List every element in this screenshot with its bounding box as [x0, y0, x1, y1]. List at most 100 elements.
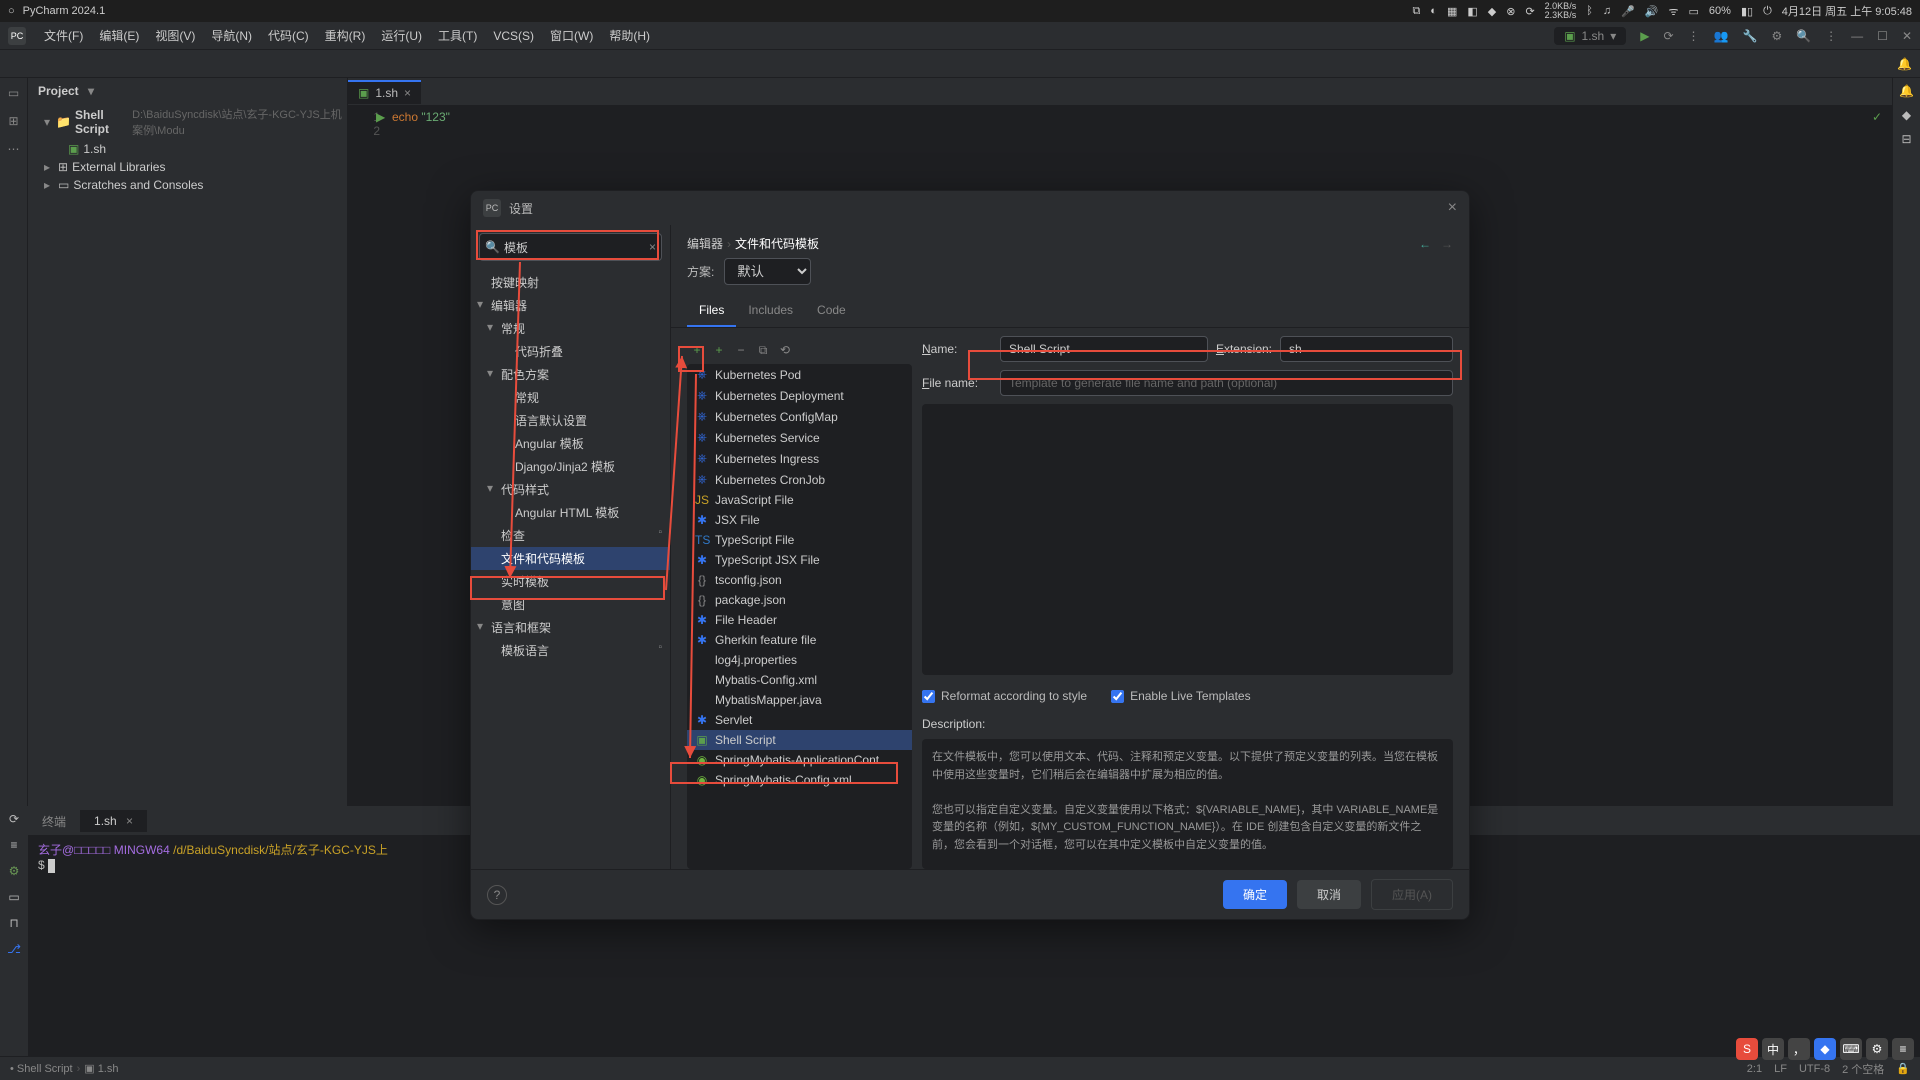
nav-template-lang[interactable]: 模板语言▫: [471, 639, 670, 662]
menu-edit[interactable]: 编辑(E): [91, 23, 147, 48]
template-item[interactable]: {}tsconfig.json: [687, 570, 912, 590]
menu-tools[interactable]: 工具(T): [430, 23, 485, 48]
settings-icon[interactable]: ⚙: [9, 864, 20, 878]
caret-position[interactable]: 2:1: [1747, 1063, 1762, 1075]
template-item[interactable]: TSTypeScript File: [687, 530, 912, 550]
menu-view[interactable]: 视图(V): [147, 23, 203, 48]
nav-file-templates[interactable]: 文件和代码模板: [471, 547, 670, 570]
notifications-tool-icon[interactable]: 🔔: [1899, 84, 1914, 98]
debug-button[interactable]: ⟳: [1663, 29, 1673, 43]
menu-vcs[interactable]: VCS(S): [485, 25, 542, 47]
line-ending[interactable]: LF: [1774, 1063, 1787, 1075]
template-content-editor[interactable]: [922, 404, 1453, 675]
tool-icon[interactable]: ≡: [10, 838, 17, 852]
template-item[interactable]: ✱TypeScript JSX File: [687, 550, 912, 570]
ok-button[interactable]: 确定: [1223, 880, 1287, 909]
project-root[interactable]: ▾📁 Shell Script D:\BaiduSyncdisk\站点\玄子-K…: [40, 104, 347, 140]
tool-icon[interactable]: ⊓: [9, 916, 18, 930]
maximize-icon[interactable]: ☐: [1877, 29, 1888, 43]
close-icon[interactable]: ✕: [1902, 29, 1912, 43]
clear-search-icon[interactable]: ×: [649, 240, 656, 254]
nav-code-folding[interactable]: 代码折叠: [471, 340, 670, 363]
reformat-checkbox[interactable]: Reformat according to style: [922, 689, 1087, 703]
breadcrumb[interactable]: 编辑器: [687, 235, 723, 252]
scheme-select[interactable]: 默认: [724, 258, 811, 285]
tray-icon[interactable]: ⊗: [1506, 5, 1515, 18]
project-tool-icon[interactable]: ▭: [5, 84, 23, 102]
breadcrumb[interactable]: • Shell Script: [10, 1063, 73, 1075]
breadcrumb[interactable]: 文件和代码模板: [735, 235, 819, 252]
ime-settings-icon[interactable]: ⚙: [1866, 1038, 1888, 1060]
apply-button[interactable]: 应用(A): [1371, 879, 1453, 910]
more-icon[interactable]: ⋮: [1825, 29, 1837, 43]
tray-icon[interactable]: ▦: [1447, 5, 1457, 18]
more-button[interactable]: ⋮: [1688, 29, 1700, 43]
wrench-icon[interactable]: 🔧: [1743, 29, 1758, 43]
ai-tool-icon[interactable]: ◆: [1902, 108, 1911, 122]
close-icon[interactable]: ×: [126, 814, 133, 828]
remove-template-button[interactable]: −: [731, 340, 751, 360]
minimize-icon[interactable]: —: [1851, 29, 1863, 43]
ime-keyboard-icon[interactable]: ⌨: [1840, 1038, 1862, 1060]
scratches-node[interactable]: ▸▭ Scratches and Consoles: [40, 176, 347, 194]
editor-tab[interactable]: ▣ 1.sh ×: [348, 80, 421, 104]
ime-tool-icon[interactable]: ◆: [1814, 1038, 1836, 1060]
template-item[interactable]: ✱File Header: [687, 610, 912, 630]
run-gutter-icon[interactable]: ▶: [376, 110, 385, 124]
nav-live-templates[interactable]: 实时模板: [471, 570, 670, 593]
encoding[interactable]: UTF-8: [1799, 1063, 1830, 1075]
live-templates-checkbox[interactable]: Enable Live Templates: [1111, 689, 1251, 703]
nav-angular-tmpl[interactable]: Angular 模板: [471, 432, 670, 455]
add-template-button[interactable]: +: [687, 340, 707, 360]
collab-icon[interactable]: 👥: [1714, 29, 1729, 43]
template-item[interactable]: log4j.properties: [687, 650, 912, 670]
menu-run[interactable]: 运行(U): [373, 23, 430, 48]
external-libraries[interactable]: ▸⊞ External Libraries: [40, 158, 347, 176]
nav-general[interactable]: ▾常规: [471, 317, 670, 340]
search-icon[interactable]: 🔍: [1796, 29, 1811, 43]
nav-intentions[interactable]: 意图: [471, 593, 670, 616]
reset-template-button[interactable]: ⟲: [775, 340, 795, 360]
power-icon[interactable]: ⏻: [1763, 5, 1772, 18]
template-item[interactable]: {}package.json: [687, 590, 912, 610]
terminal-icon[interactable]: ▭: [8, 890, 19, 904]
menu-nav[interactable]: 导航(N): [203, 23, 260, 48]
menu-window[interactable]: 窗口(W): [542, 23, 601, 48]
tree-file[interactable]: ▣ 1.sh: [40, 140, 347, 158]
nav-inspections[interactable]: 检查▫: [471, 524, 670, 547]
template-item[interactable]: ⎈Kubernetes CronJob: [687, 469, 912, 490]
run-button[interactable]: ▶: [1640, 29, 1649, 43]
nav-lang-defaults[interactable]: 语言默认设置: [471, 409, 670, 432]
template-item[interactable]: ⎈Kubernetes Service: [687, 427, 912, 448]
template-item[interactable]: Mybatis-Config.xml: [687, 670, 912, 690]
chevron-down-icon[interactable]: ▾: [88, 84, 94, 98]
template-item[interactable]: ▣Shell Script: [687, 730, 912, 750]
template-item[interactable]: ◉SpringMybatis-ApplicationCont: [687, 750, 912, 770]
volume-icon[interactable]: 🔊: [1645, 5, 1659, 18]
ime-lang-icon[interactable]: 中: [1762, 1038, 1784, 1060]
indent[interactable]: 2 个空格: [1842, 1061, 1884, 1077]
cancel-button[interactable]: 取消: [1297, 880, 1361, 909]
add-child-button[interactable]: +: [709, 340, 729, 360]
menu-file[interactable]: 文件(F): [36, 23, 91, 48]
settings-search-input[interactable]: [479, 233, 662, 261]
template-ext-input[interactable]: [1280, 336, 1453, 362]
copy-template-button[interactable]: ⧉: [753, 340, 773, 360]
template-item[interactable]: ⎈Kubernetes ConfigMap: [687, 406, 912, 427]
bluetooth-icon[interactable]: ᛒ: [1586, 5, 1593, 17]
tray-icon[interactable]: ◧: [1467, 5, 1477, 18]
template-item[interactable]: ◉SpringMybatis-Config.xml: [687, 770, 912, 790]
template-list[interactable]: ⎈Kubernetes Pod⎈Kubernetes Deployment⎈Ku…: [687, 364, 912, 869]
menu-help[interactable]: 帮助(H): [601, 23, 658, 48]
tray-icon[interactable]: ⟳: [1525, 5, 1534, 18]
display-icon[interactable]: ▭: [1689, 5, 1699, 18]
menu-refactor[interactable]: 重构(R): [317, 23, 374, 48]
tab-includes[interactable]: Includes: [736, 295, 805, 327]
help-button[interactable]: ?: [487, 885, 507, 905]
nav-cs-general[interactable]: 常规: [471, 386, 670, 409]
tray-icon[interactable]: ⧉: [1412, 5, 1420, 18]
ime-more-icon[interactable]: ≡: [1892, 1038, 1914, 1060]
lock-icon[interactable]: 🔒: [1896, 1062, 1910, 1075]
terminal-session-tab[interactable]: 1.sh ×: [80, 810, 147, 832]
template-filename-input[interactable]: [1000, 370, 1453, 396]
